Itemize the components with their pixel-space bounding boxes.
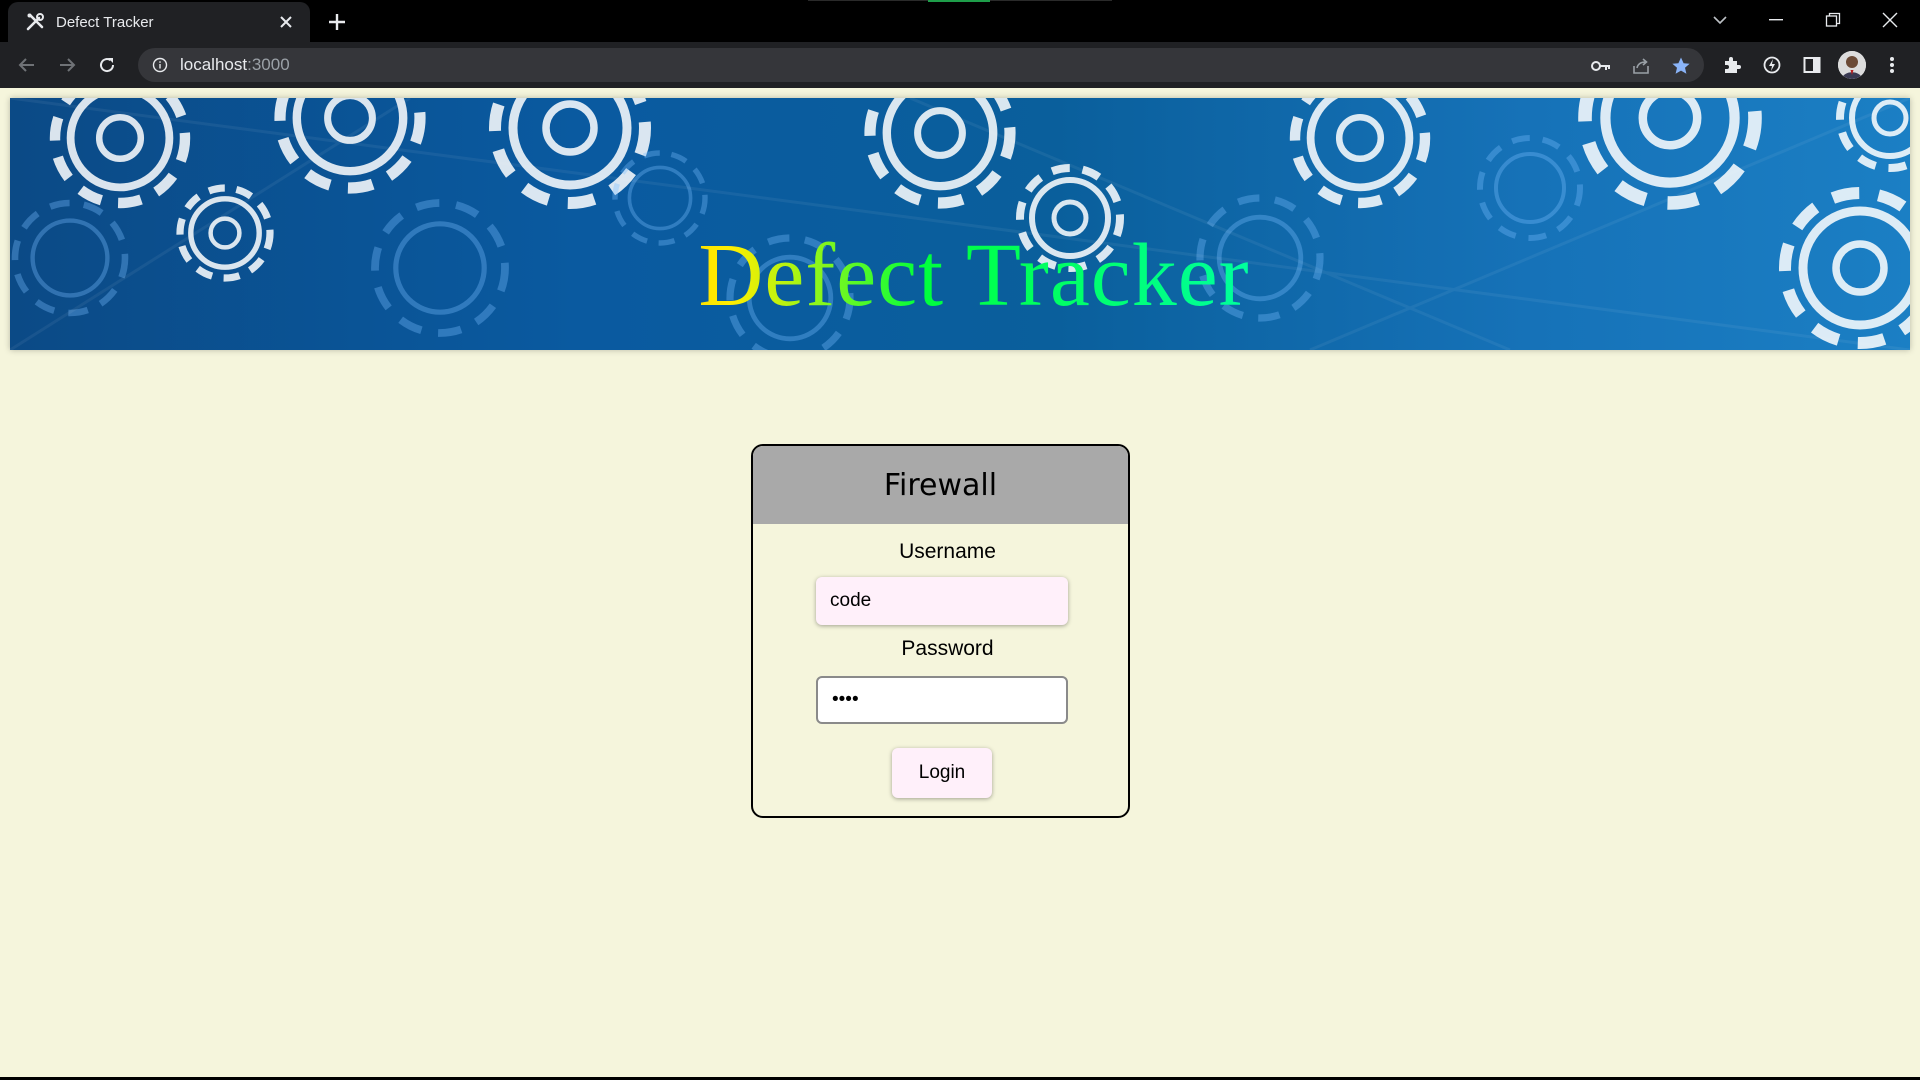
browser-tab[interactable]: Defect Tracker — [8, 2, 310, 42]
speed-icon[interactable] — [1758, 51, 1786, 79]
minimize-icon[interactable] — [1748, 2, 1804, 38]
reload-icon[interactable] — [91, 49, 123, 81]
login-title: Firewall — [883, 467, 998, 503]
tab-strip-accent — [928, 0, 990, 2]
login-card: Firewall Username Password Login — [751, 444, 1130, 818]
star-icon[interactable] — [1670, 55, 1692, 77]
chevron-down-icon[interactable] — [1692, 2, 1748, 38]
key-icon[interactable] — [1590, 55, 1612, 77]
tab-strip: Defect Tracker — [0, 0, 1920, 42]
url-host: localhost — [180, 55, 248, 74]
app-title: Defect Tracker — [10, 226, 1910, 326]
tab-title: Defect Tracker — [56, 13, 154, 31]
login-button[interactable]: Login — [892, 748, 992, 798]
password-label: Password — [901, 637, 994, 660]
share-icon[interactable] — [1630, 55, 1652, 77]
login-card-header: Firewall — [753, 446, 1128, 524]
avatar[interactable] — [1838, 51, 1866, 79]
arrow-left-icon[interactable] — [11, 49, 43, 81]
url-text: localhost:3000 — [180, 55, 290, 75]
kebab-menu-icon[interactable] — [1878, 51, 1906, 79]
browser-toolbar: localhost:3000 — [0, 42, 1920, 88]
tools-icon — [24, 11, 46, 33]
puzzle-icon[interactable] — [1718, 51, 1746, 79]
username-input[interactable] — [816, 577, 1068, 625]
side-panel-icon[interactable] — [1798, 51, 1826, 79]
plus-icon[interactable] — [322, 7, 352, 37]
header-banner: Defect Tracker — [10, 98, 1910, 350]
window-close-icon[interactable] — [1862, 2, 1918, 38]
url-port: :3000 — [247, 55, 290, 74]
close-icon[interactable] — [274, 10, 298, 34]
username-label: Username — [899, 540, 996, 563]
arrow-right-icon[interactable] — [51, 49, 83, 81]
restore-icon[interactable] — [1805, 2, 1861, 38]
password-input[interactable] — [816, 676, 1068, 724]
info-icon[interactable] — [150, 55, 170, 75]
app-title-word-1: Defect — [698, 226, 945, 325]
app-title-word-2: Tracker — [966, 226, 1250, 325]
address-bar[interactable]: localhost:3000 — [138, 48, 1704, 82]
